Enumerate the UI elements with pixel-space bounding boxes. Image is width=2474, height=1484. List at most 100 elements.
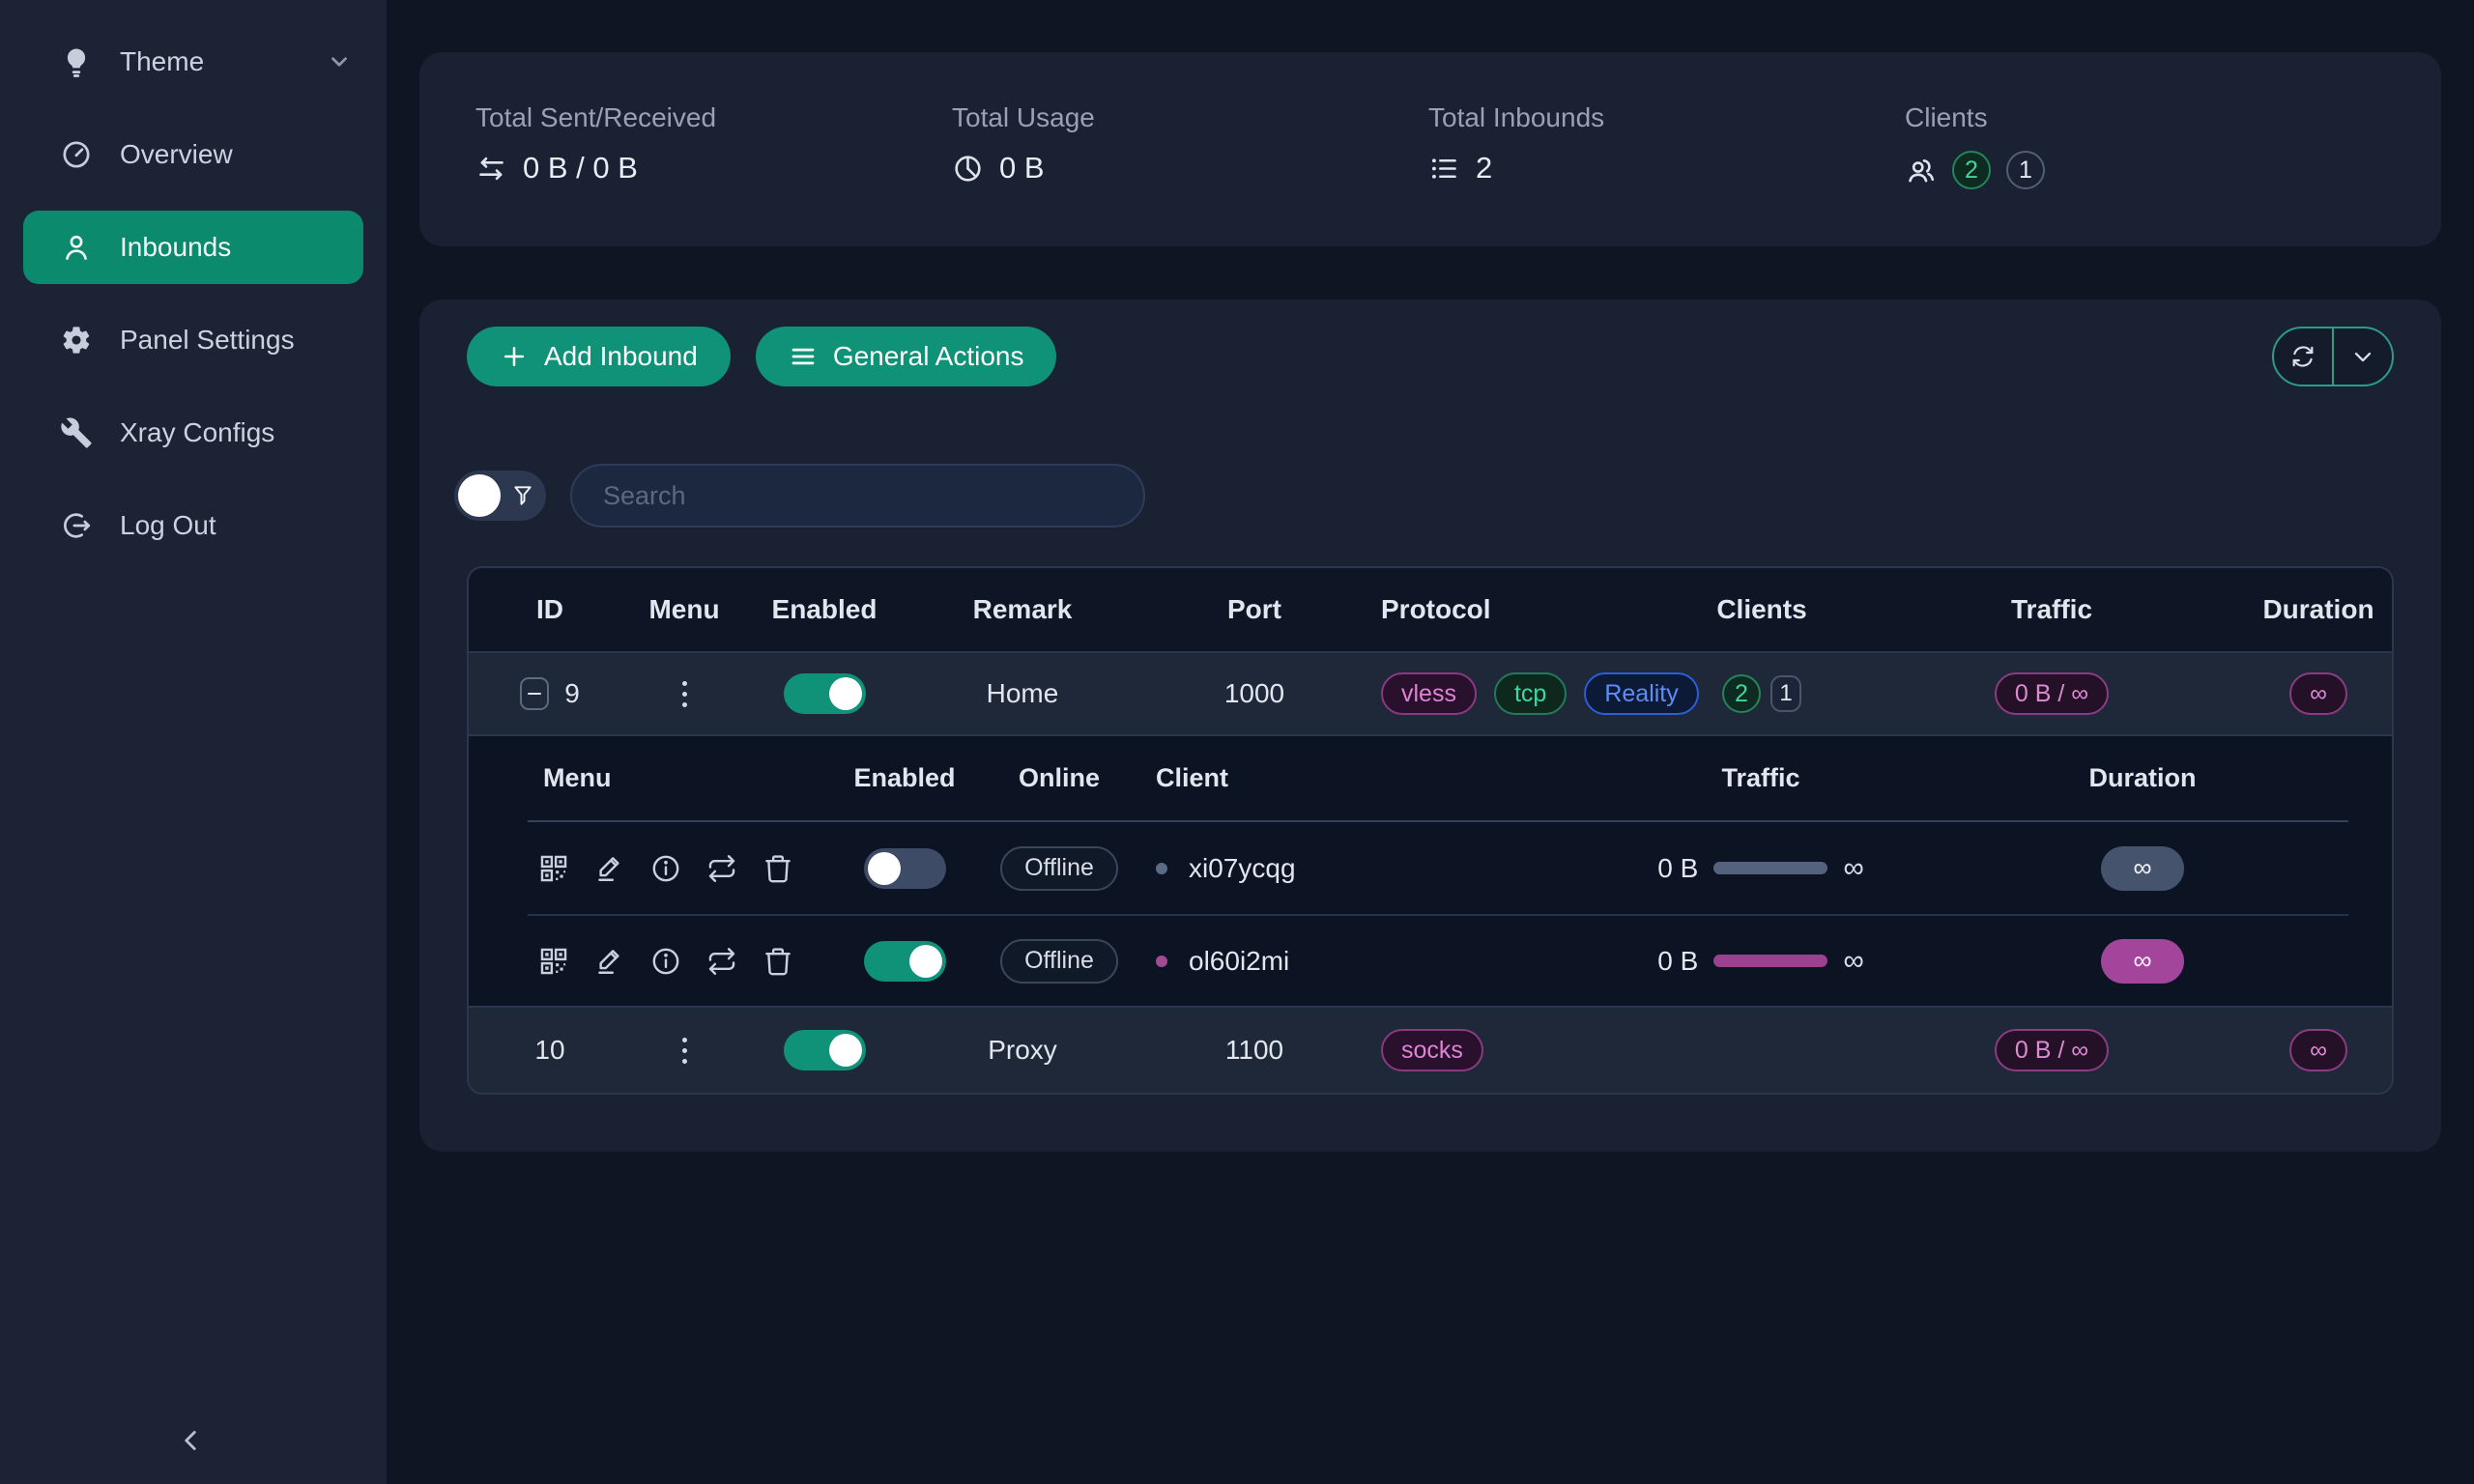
remark-cell: Home bbox=[911, 653, 1134, 734]
client-menu-cell bbox=[528, 916, 818, 1006]
stats-card: Total Sent/Received 0 B / 0 B Total Usag… bbox=[419, 52, 2441, 246]
enabled-cell bbox=[737, 653, 911, 734]
traffic-used: 0 B bbox=[1657, 946, 1698, 977]
logout-icon bbox=[60, 509, 93, 542]
hamburger-icon bbox=[789, 342, 818, 371]
inbound-row-10: 10 Proxy 1100 socks 0 B / ∞ ∞ bbox=[469, 1008, 2392, 1093]
inbounds-table: ID Menu Enabled Remark Port Protocol Cli… bbox=[467, 566, 2394, 1095]
wrench-icon bbox=[60, 416, 93, 449]
traffic-bar bbox=[1713, 862, 1827, 874]
search-input[interactable] bbox=[570, 464, 1145, 528]
protocol-badge-tcp: tcp bbox=[1494, 672, 1567, 715]
stat-label: Clients bbox=[1905, 102, 2381, 133]
traffic-cell: 0 B / ∞ bbox=[1858, 1008, 2245, 1093]
clients-cell: 2 1 bbox=[1665, 653, 1858, 734]
info-icon[interactable] bbox=[649, 852, 682, 885]
gear-icon bbox=[60, 324, 93, 357]
delete-icon[interactable] bbox=[762, 945, 794, 978]
filter-toggle[interactable] bbox=[454, 471, 546, 521]
qr-code-icon[interactable] bbox=[537, 852, 570, 885]
duration-badge: ∞ bbox=[2101, 939, 2184, 984]
sidebar-item-panel-settings[interactable]: Panel Settings bbox=[0, 294, 387, 386]
duration-badge: ∞ bbox=[2101, 846, 2184, 891]
sidebar-nav: Theme Overview Inbounds Panel Settings bbox=[0, 0, 387, 572]
enabled-toggle[interactable] bbox=[784, 673, 866, 714]
client-bullet bbox=[1156, 956, 1167, 967]
stat-value: 2 bbox=[1476, 151, 1492, 186]
client-enabled-toggle[interactable] bbox=[864, 848, 946, 889]
sidebar-item-overview[interactable]: Overview bbox=[0, 108, 387, 201]
enabled-toggle[interactable] bbox=[784, 1030, 866, 1070]
col-header-remark: Remark bbox=[911, 568, 1134, 651]
clients-online-badge: 2 bbox=[1952, 151, 1991, 189]
clients-deactivated-badge: 1 bbox=[2006, 151, 2045, 189]
general-actions-button[interactable]: General Actions bbox=[756, 327, 1057, 386]
stat-total-sent-received: Total Sent/Received 0 B / 0 B bbox=[475, 102, 952, 246]
chevron-down-icon bbox=[327, 49, 352, 74]
inbound-row-9: 9 Home 1000 vless tcp Reality 2 1 bbox=[469, 651, 2392, 734]
duration-badge: ∞ bbox=[2289, 1029, 2347, 1071]
sidebar-collapse-button[interactable] bbox=[174, 1424, 207, 1457]
sidebar-item-label: Log Out bbox=[120, 510, 216, 541]
info-icon[interactable] bbox=[649, 945, 682, 978]
protocol-cell: vless tcp Reality bbox=[1375, 653, 1665, 734]
reset-traffic-icon[interactable] bbox=[705, 852, 738, 885]
client-bullet bbox=[1156, 863, 1167, 874]
subcol-header-client: Client bbox=[1127, 736, 1587, 820]
plus-icon bbox=[500, 342, 529, 371]
traffic-used: 0 B bbox=[1657, 853, 1698, 884]
add-inbound-button[interactable]: Add Inbound bbox=[467, 327, 731, 386]
client-traffic-cell: 0 B ∞ bbox=[1587, 916, 1935, 1006]
col-header-menu: Menu bbox=[631, 568, 737, 651]
client-menu-cell bbox=[528, 822, 818, 914]
subcol-header-menu: Menu bbox=[528, 736, 818, 820]
duration-cell: ∞ bbox=[2245, 1008, 2392, 1093]
client-online-cell: Offline bbox=[992, 916, 1127, 1006]
sidebar-item-xray-configs[interactable]: Xray Configs bbox=[0, 386, 387, 479]
client-name: xi07ycqg bbox=[1189, 853, 1296, 884]
protocol-badge-socks: socks bbox=[1381, 1029, 1483, 1071]
reset-traffic-icon[interactable] bbox=[705, 945, 738, 978]
table-header-row: ID Menu Enabled Remark Port Protocol Cli… bbox=[469, 568, 2392, 651]
stat-label: Total Usage bbox=[952, 102, 1428, 133]
funnel-icon bbox=[510, 483, 535, 508]
sidebar-item-log-out[interactable]: Log Out bbox=[0, 479, 387, 572]
client-enabled-toggle[interactable] bbox=[864, 941, 946, 982]
qr-code-icon[interactable] bbox=[537, 945, 570, 978]
subtable-header-row: Menu Enabled Online Client Traffic Durat… bbox=[528, 736, 2348, 822]
row-menu-button[interactable] bbox=[675, 673, 695, 715]
clients-online-badge: 2 bbox=[1722, 674, 1761, 713]
client-row-xi07ycqg: Offline xi07ycqg 0 B ∞ ∞ bbox=[528, 822, 2348, 914]
refresh-button[interactable] bbox=[2274, 328, 2332, 385]
stat-value: 0 B bbox=[999, 151, 1045, 186]
main-content: Total Sent/Received 0 B / 0 B Total Usag… bbox=[387, 0, 2474, 1484]
id-cell: 9 bbox=[469, 653, 631, 734]
port-cell: 1100 bbox=[1134, 1008, 1375, 1093]
duration-cell: ∞ bbox=[2245, 653, 2392, 734]
menu-cell bbox=[631, 1008, 737, 1093]
collapse-row-button[interactable] bbox=[520, 677, 549, 710]
subcol-header-duration: Duration bbox=[1935, 736, 2350, 820]
toolbar: Add Inbound General Actions bbox=[467, 327, 2394, 386]
edit-icon[interactable] bbox=[593, 945, 626, 978]
protocol-badge-vless: vless bbox=[1381, 672, 1477, 715]
sidebar-item-inbounds[interactable]: Inbounds bbox=[23, 211, 363, 284]
row-menu-button[interactable] bbox=[675, 1030, 695, 1071]
col-header-id: ID bbox=[469, 568, 631, 651]
list-icon bbox=[1428, 153, 1460, 185]
stat-label: Total Inbounds bbox=[1428, 102, 1905, 133]
edit-icon[interactable] bbox=[593, 852, 626, 885]
online-status-badge: Offline bbox=[1000, 939, 1118, 984]
delete-icon[interactable] bbox=[762, 852, 794, 885]
sidebar-item-theme[interactable]: Theme bbox=[0, 15, 387, 108]
sidebar-item-label: Theme bbox=[120, 46, 204, 77]
col-header-duration: Duration bbox=[2245, 568, 2392, 651]
stat-total-usage: Total Usage 0 B bbox=[952, 102, 1428, 246]
traffic-bar bbox=[1713, 955, 1827, 967]
menu-cell bbox=[631, 653, 737, 734]
col-header-enabled: Enabled bbox=[737, 568, 911, 651]
refresh-options-button[interactable] bbox=[2332, 328, 2392, 385]
col-header-traffic: Traffic bbox=[1858, 568, 2245, 651]
users-icon bbox=[1905, 155, 1937, 186]
col-header-port: Port bbox=[1134, 568, 1375, 651]
